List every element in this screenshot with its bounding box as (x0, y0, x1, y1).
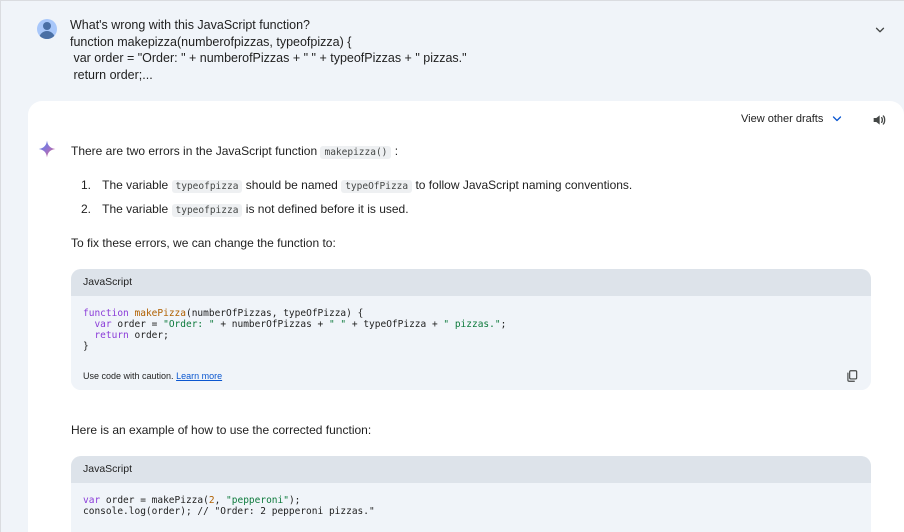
intro-text: There are two errors in the JavaScript f… (71, 144, 318, 158)
speaker-icon[interactable] (871, 112, 887, 128)
code-content[interactable]: function makePizza(numberOfPizzas, typeO… (71, 296, 871, 362)
list-text: The variable (102, 202, 169, 216)
prompt-text: What's wrong with this JavaScript functi… (70, 17, 467, 83)
response-intro: There are two errors in the JavaScript f… (71, 143, 398, 161)
view-other-drafts-label: View other drafts (741, 113, 824, 125)
learn-more-link[interactable]: Learn more (176, 371, 222, 381)
list-text: should be named (245, 178, 338, 192)
code-content[interactable]: var order = makePizza(2, "pepperoni"); c… (71, 483, 871, 527)
copy-icon[interactable] (845, 369, 859, 383)
list-item: 2. The variable typeofpizza is not defin… (81, 201, 409, 219)
prompt-line: What's wrong with this JavaScript functi… (70, 18, 310, 32)
code-language-label: JavaScript (71, 456, 871, 483)
user-avatar-icon (37, 19, 57, 39)
list-text: The variable (102, 178, 169, 192)
list-text: to follow JavaScript naming conventions. (415, 178, 633, 192)
inline-code: typeOfPizza (341, 180, 413, 193)
fix-intro-text: To fix these errors, we can change the f… (71, 236, 336, 250)
chat-window: What's wrong with this JavaScript functi… (0, 0, 904, 532)
list-item: 1. The variable typeofpizza should be na… (81, 177, 632, 195)
list-number: 2. (81, 202, 92, 216)
chevron-down-icon (833, 116, 842, 122)
code-block: JavaScript function makePizza(numberOfPi… (71, 269, 871, 390)
list-text: is not defined before it is used. (245, 202, 409, 216)
intro-suffix: : (394, 144, 399, 158)
example-intro-text: Here is an example of how to use the cor… (71, 423, 372, 437)
inline-code: typeofpizza (171, 180, 243, 193)
prompt-line: var order = "Order: " + numberofPizzas +… (70, 51, 467, 65)
chevron-down-icon[interactable] (873, 23, 887, 37)
inline-code: makepizza() (320, 146, 392, 159)
code-language-label: JavaScript (71, 269, 871, 296)
prompt-line: function makepizza(numberofpizzas, typeo… (70, 34, 352, 49)
gemini-sparkle-icon (38, 140, 56, 158)
user-prompt: What's wrong with this JavaScript functi… (1, 1, 904, 101)
response-card: View other drafts There are two errors i… (28, 101, 904, 532)
inline-code: typeofpizza (171, 204, 243, 217)
prompt-line: return order;... (70, 67, 153, 82)
view-other-drafts-button[interactable]: View other drafts (741, 113, 843, 125)
code-block: JavaScript var order = makePizza(2, "pep… (71, 456, 871, 532)
code-footer: Use code with caution. Learn more (71, 362, 871, 390)
list-number: 1. (81, 178, 92, 192)
caution-text: Use code with caution. (83, 371, 174, 381)
